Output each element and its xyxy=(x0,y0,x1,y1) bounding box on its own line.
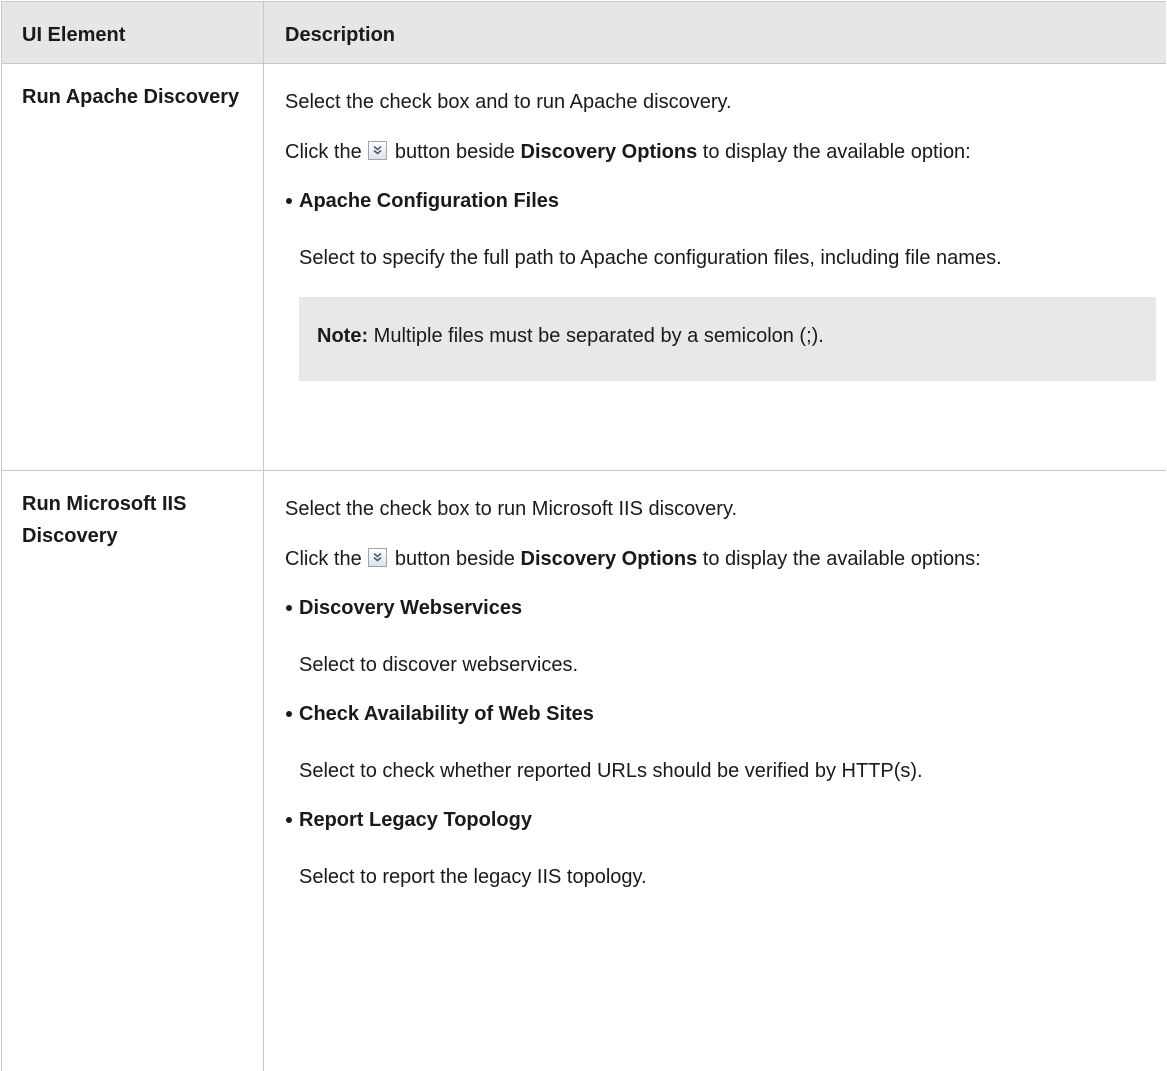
description-intro: Select the check box and to run Apache d… xyxy=(285,91,732,113)
option-title: Report Legacy Topology xyxy=(299,809,532,831)
description-click-instruction: Click the button beside Discovery Option… xyxy=(285,540,1156,578)
click-suffix: to display the available options: xyxy=(702,548,981,570)
bullet-icon xyxy=(286,711,292,717)
description-click-instruction: Click the button beside Discovery Option… xyxy=(285,133,1156,171)
bullet-icon xyxy=(286,817,292,823)
ui-element-name: Run Microsoft IIS Discovery xyxy=(1,471,264,1071)
click-prefix: Click the xyxy=(285,548,362,570)
description-cell: Select the check box and to run Apache d… xyxy=(264,64,1166,470)
discovery-options-label: Discovery Options xyxy=(520,548,698,570)
option-item: Apache Configuration Files Select to spe… xyxy=(285,185,1156,277)
header-description: Description xyxy=(285,24,396,46)
option-item: Report Legacy Topology Select to report … xyxy=(285,804,1156,896)
click-suffix: to display the available option: xyxy=(702,141,971,163)
description-intro: Select the check box to run Microsoft II… xyxy=(285,498,738,520)
option-title: Check Availability of Web Sites xyxy=(299,703,594,725)
expand-options-button-icon xyxy=(368,141,388,160)
expand-options-button-icon xyxy=(368,548,388,567)
option-description: Select to specify the full path to Apach… xyxy=(299,247,1002,269)
discovery-options-label: Discovery Options xyxy=(520,141,698,163)
note-box: Note: Multiple files must be separated b… xyxy=(299,297,1156,381)
ui-element-table: UI Element Description Run Apache Discov… xyxy=(1,1,1166,1071)
click-prefix: Click the xyxy=(285,141,362,163)
option-item: Check Availability of Web Sites Select t… xyxy=(285,698,1156,790)
note-label: Note: xyxy=(317,325,369,347)
option-description: Select to check whether reported URLs sh… xyxy=(299,760,923,782)
table-header-row: UI Element Description xyxy=(1,1,1166,64)
option-description: Select to report the legacy IIS topology… xyxy=(299,866,647,888)
option-title: Apache Configuration Files xyxy=(299,190,560,212)
click-mid: button beside xyxy=(394,548,515,570)
option-title: Discovery Webservices xyxy=(299,597,523,619)
table-row: Run Microsoft IIS Discovery Select the c… xyxy=(1,471,1166,1071)
bullet-icon xyxy=(286,198,292,204)
description-cell: Select the check box to run Microsoft II… xyxy=(264,471,1166,1071)
option-description: Select to discover webservices. xyxy=(299,654,579,676)
option-item: Discovery Webservices Select to discover… xyxy=(285,592,1156,684)
click-mid: button beside xyxy=(394,141,515,163)
bullet-icon xyxy=(286,605,292,611)
table-row: Run Apache Discovery Select the check bo… xyxy=(1,64,1166,471)
ui-element-name: Run Apache Discovery xyxy=(1,64,264,470)
note-text: Multiple files must be separated by a se… xyxy=(373,325,824,347)
header-ui-element: UI Element xyxy=(1,2,264,63)
